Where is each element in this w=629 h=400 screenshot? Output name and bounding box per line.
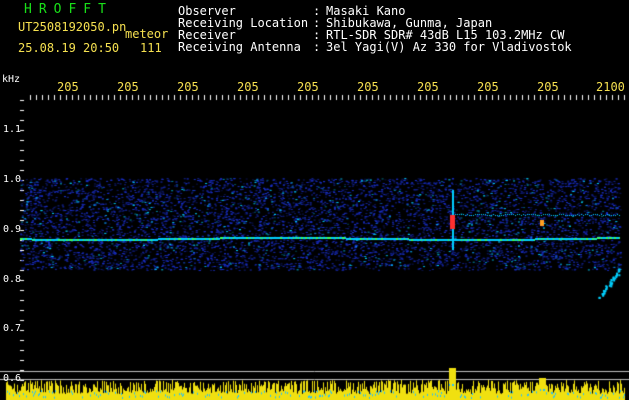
x-tick-label: 205 [297, 80, 319, 94]
y-tick-label: 0.9 [3, 224, 22, 235]
antenna-value: 3el Yagi(V) Az 330 for Vladivostok [326, 40, 572, 54]
hrofft-window: HROFFT UT2508192050.pn meteor 25.08.19 2… [0, 0, 629, 400]
x-tick-label: 205 [237, 80, 259, 94]
app-title: HROFFT [24, 2, 113, 17]
y-tick-label: 0.7 [3, 323, 22, 334]
x-tick-label: 205 [477, 80, 499, 94]
file-name: UT2508192050.pn [18, 20, 127, 34]
x-tick-label: 2100 [596, 80, 625, 94]
antenna-label: Receiving Antenna [178, 40, 301, 54]
colon: : [313, 40, 321, 54]
spectrogram-canvas [0, 0, 629, 400]
mode-label: meteor [125, 27, 169, 41]
y-tick-label: 1.1 [3, 124, 22, 135]
x-tick-label: 205 [117, 80, 139, 94]
y-axis-unit: kHz [2, 74, 21, 85]
x-tick-label: 205 [357, 80, 379, 94]
x-tick-label: 205 [537, 80, 559, 94]
x-tick-label: 205 [417, 80, 439, 94]
y-tick-label: 0.8 [3, 274, 22, 285]
x-tick-label: 205 [57, 80, 79, 94]
y-tick-label: 1.0 [3, 174, 22, 185]
meteor-count: 111 [140, 41, 162, 55]
y-tick-label: 0.6 [3, 373, 22, 384]
x-tick-label: 205 [177, 80, 199, 94]
date-time: 25.08.19 20:50 [18, 41, 120, 55]
